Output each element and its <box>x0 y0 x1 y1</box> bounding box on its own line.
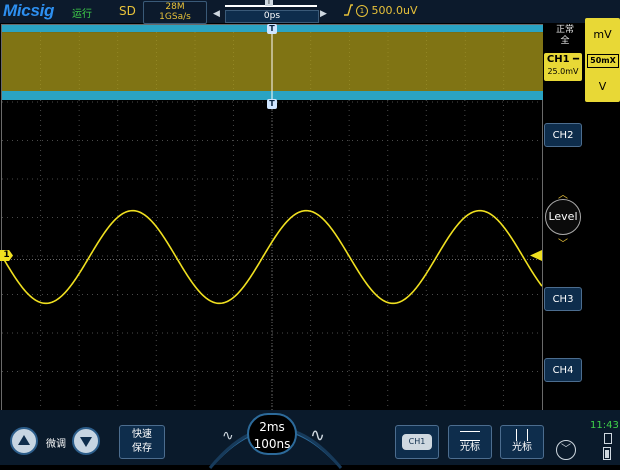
timebase-value: 2ms <box>259 420 285 434</box>
chevron-down-icon[interactable]: ﹀ <box>545 235 581 250</box>
arrow-down-icon <box>80 437 92 447</box>
ch1-circle-icon: 1 <box>356 5 368 17</box>
ch2-button[interactable]: CH2 <box>544 123 582 147</box>
vertical-cursor-button[interactable]: 光标 <box>500 425 544 459</box>
chevron-right-icon[interactable]: ▶ <box>320 9 327 19</box>
sample-rate: 1GSa/s <box>159 12 191 22</box>
ch1-scale: 25.0mV <box>547 67 579 76</box>
expand-wave-icon[interactable]: ∿ <box>310 425 325 446</box>
trigger-mode-label: 正常 <box>555 25 574 35</box>
quick-save-button[interactable]: 快速 保存 <box>119 425 165 459</box>
dc-coupling-icon: ━ <box>569 54 580 65</box>
horizontal-cursor-icon <box>460 431 480 441</box>
vertical-cursor-icon <box>516 429 528 441</box>
unit-v-option[interactable]: V <box>585 80 620 93</box>
timebase-readout[interactable]: 2ms 100ns <box>247 413 297 455</box>
quick-save-label-1: 快速 <box>132 429 152 440</box>
trigger-level-readout[interactable]: 1 500.0uV <box>356 4 418 17</box>
battery-icon <box>603 447 611 460</box>
trigger-mode[interactable]: 正常 全 <box>550 25 580 47</box>
chevron-down-circle-icon[interactable]: ﹀ <box>556 440 576 460</box>
time-offset-control[interactable]: T ◀ 0ps ▶ <box>213 0 328 23</box>
probe-ratio[interactable]: 50mX <box>587 54 619 68</box>
trigger-level-value: 500.0uV <box>371 4 418 17</box>
unit-mv-option[interactable]: mV <box>585 28 620 41</box>
quick-save-label-2: 保存 <box>132 443 152 454</box>
timebase-sub-value: 100ns <box>253 437 291 451</box>
trigger-position-icon: T <box>265 0 273 6</box>
trigger-coupling-label: 全 <box>560 36 570 46</box>
memory-depth: 28M <box>165 2 185 12</box>
vertical-cursor-label: 光标 <box>512 442 532 453</box>
horizontal-cursor-label: 光标 <box>460 442 480 453</box>
usb-icon <box>604 433 612 444</box>
memory-sample-rate[interactable]: 28M 1GSa/s <box>143 1 207 24</box>
chevron-left-icon[interactable]: ◀ <box>213 9 220 19</box>
ch1-source-badge: CH1 <box>402 434 432 450</box>
ch1-scale-unit-panel[interactable]: mV 50mX V <box>585 18 620 102</box>
time-offset-value: 0ps <box>225 10 319 23</box>
level-knob[interactable]: Level <box>545 199 581 235</box>
run-state-indicator[interactable]: 运行 <box>72 5 92 20</box>
fine-down-button[interactable] <box>72 427 100 455</box>
fine-adjust-label: 微调 <box>46 439 66 450</box>
acquisition-mode[interactable]: SD <box>119 4 136 18</box>
ch1-button[interactable]: CH1 ━ 25.0mV <box>544 53 582 81</box>
compress-wave-icon[interactable]: ∿ <box>222 428 234 444</box>
brand-logo: Micsig <box>3 1 55 20</box>
fine-up-button[interactable] <box>10 427 38 455</box>
ch3-button[interactable]: CH3 <box>544 287 582 311</box>
ch1-cursor-source-button[interactable]: CH1 <box>395 425 439 459</box>
ch1-label: CH1 <box>546 54 570 65</box>
ch4-button[interactable]: CH4 <box>544 358 582 382</box>
clock: 11:43 <box>590 420 619 431</box>
rising-edge-icon[interactable] <box>343 3 353 20</box>
arrow-up-icon <box>18 435 30 445</box>
ch1-waveform <box>1 209 542 305</box>
horizontal-cursor-button[interactable]: 光标 <box>448 425 492 459</box>
